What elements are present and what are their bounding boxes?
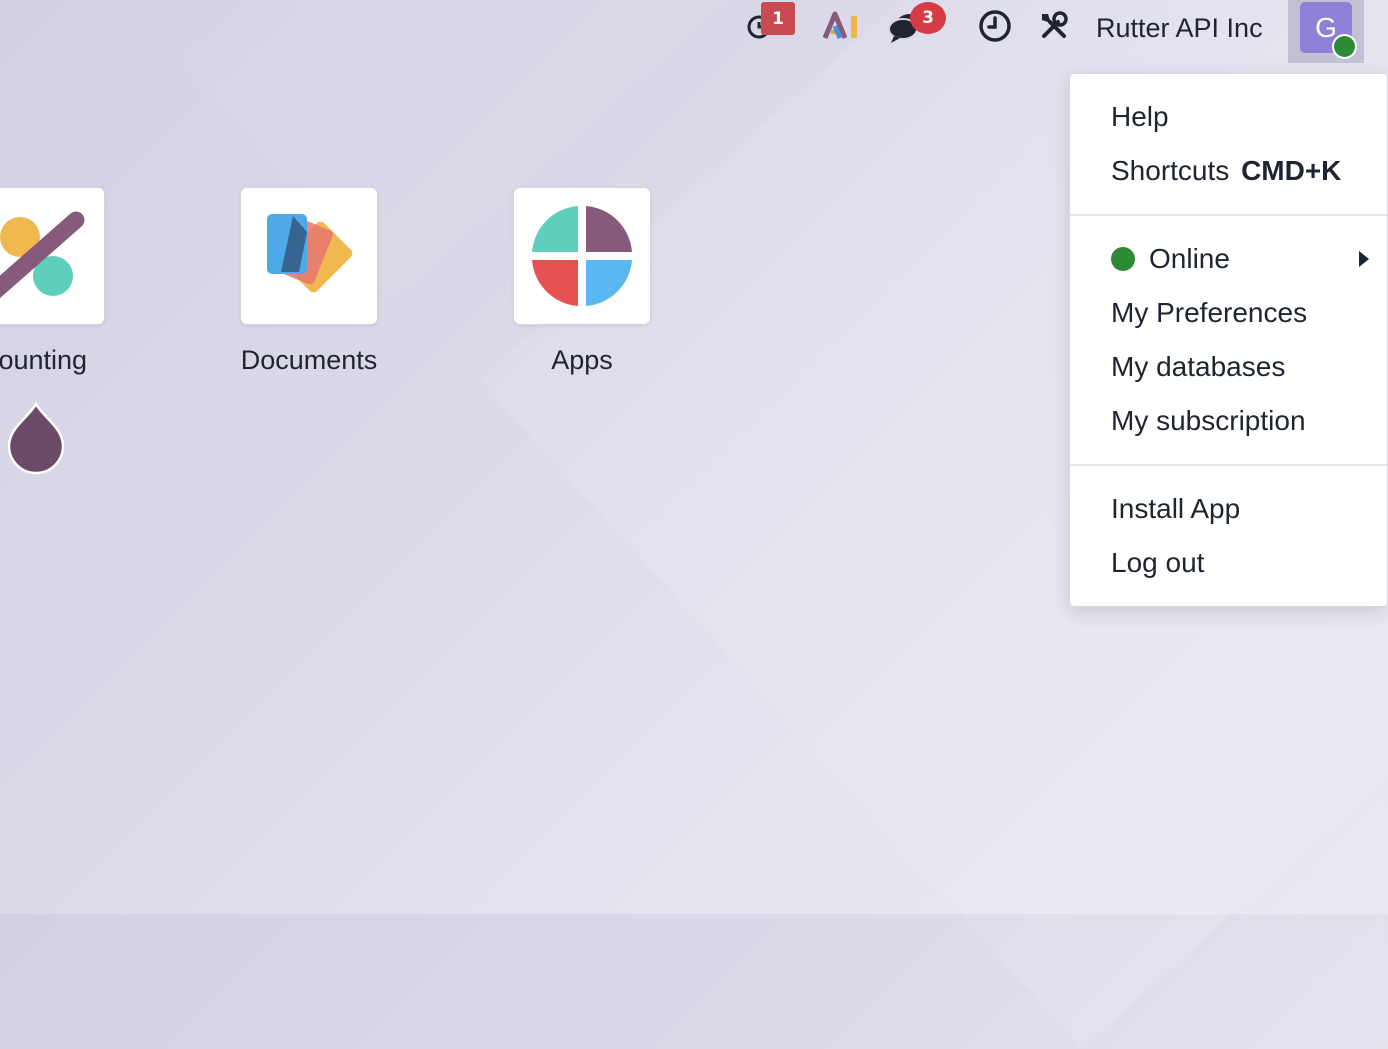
apps-app-icon: [513, 187, 651, 325]
menu-item-label: Install App: [1111, 493, 1241, 524]
shortcut-key: CMD+K: [1241, 155, 1342, 186]
menu-item-install-app[interactable]: Install App: [1070, 482, 1387, 536]
clock-icon: [978, 9, 1012, 47]
user-dropdown-menu: Help Shortcuts CMD+K Online My Preferenc…: [1069, 73, 1388, 607]
menu-item-label: My databases: [1111, 351, 1286, 382]
menu-item-label: My subscription: [1111, 405, 1306, 436]
menu-item-label: Help: [1111, 101, 1169, 132]
activity-count-badge: 1: [761, 2, 795, 35]
menu-item-label: Shortcuts: [1111, 155, 1230, 186]
timesheet-button[interactable]: [974, 0, 1016, 56]
app-label: Apps: [551, 345, 613, 375]
menu-item-shortcuts[interactable]: Shortcuts CMD+K: [1070, 144, 1387, 198]
app-label: Documents: [240, 345, 378, 375]
ai-icon: [821, 10, 861, 46]
app-documents[interactable]: Documents: [240, 187, 378, 375]
messages-count-badge: 3: [910, 2, 946, 34]
menu-item-subscription[interactable]: My subscription: [1070, 394, 1387, 448]
online-status-indicator: [1332, 34, 1357, 59]
documents-app-icon: [240, 187, 378, 325]
menu-item-databases[interactable]: My databases: [1070, 340, 1387, 394]
activity-button[interactable]: 1: [740, 0, 795, 56]
menu-item-label: My Preferences: [1111, 297, 1308, 328]
company-switcher[interactable]: Rutter API Inc: [1096, 0, 1263, 56]
menu-item-label: Online: [1149, 243, 1230, 274]
menu-item-logout[interactable]: Log out: [1070, 536, 1387, 590]
app-accounting[interactable]: counting: [0, 187, 105, 375]
ai-button[interactable]: [818, 0, 864, 56]
user-menu-toggle[interactable]: G: [1288, 0, 1364, 63]
caret-right-icon: [1359, 251, 1369, 267]
menu-item-help[interactable]: Help: [1070, 90, 1387, 144]
top-navbar: 1 3 Rutter API Inc G: [0, 0, 1388, 63]
messages-button[interactable]: 3: [884, 0, 950, 56]
menu-divider: [1070, 464, 1387, 466]
menu-item-preferences[interactable]: My Preferences: [1070, 286, 1387, 340]
online-status-icon: [1111, 247, 1135, 271]
menu-item-label: Log out: [1111, 547, 1205, 578]
menu-divider: [1070, 214, 1387, 216]
app-label: counting: [0, 345, 88, 375]
debug-tools-button[interactable]: [1034, 0, 1074, 56]
app-apps[interactable]: Apps: [513, 187, 651, 375]
accounting-app-icon: [0, 187, 105, 325]
odoo-drop-icon: [6, 401, 66, 476]
menu-item-status[interactable]: Online: [1070, 232, 1387, 286]
tools-icon: [1038, 10, 1070, 46]
